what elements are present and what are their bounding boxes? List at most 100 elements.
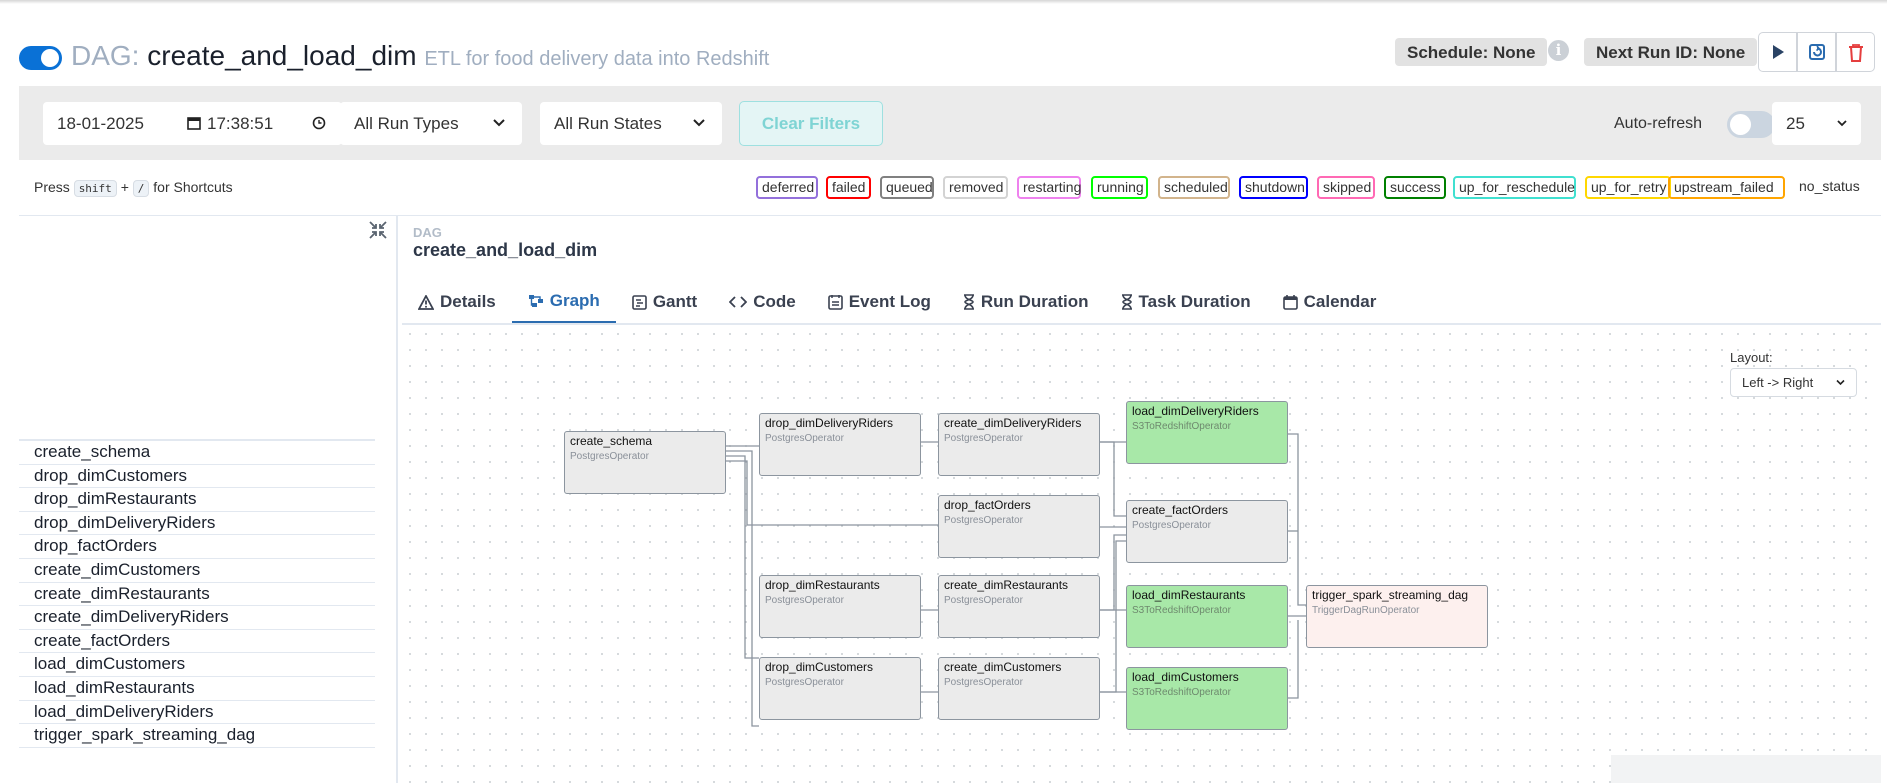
node-task-id: create_schema: [570, 434, 653, 448]
tab-label: Event Log: [848, 292, 931, 311]
graph-node-create-dimcustomers[interactable]: create_dimCustomers PostgresOperator: [938, 657, 1100, 720]
task-row[interactable]: drop_dimDeliveryRiders: [19, 512, 375, 536]
legend-running[interactable]: running: [1091, 176, 1148, 199]
tab-gantt[interactable]: Gantt: [616, 280, 713, 324]
delete-dag-button[interactable]: [1836, 32, 1875, 72]
node-task-id: drop_dimRestaurants: [765, 578, 880, 592]
breadcrumb-label: DAG: [413, 225, 442, 240]
task-row[interactable]: create_dimDeliveryRiders: [19, 606, 375, 630]
execution-date-input[interactable]: 18-01-2025 17:38:51: [43, 102, 342, 145]
tab-label: Calendar: [1303, 292, 1377, 311]
legend-no-status: no_status: [1799, 178, 1860, 194]
graph-node-load-dimdeliveryriders[interactable]: load_dimDeliveryRiders S3ToRedshiftOperat…: [1126, 401, 1288, 464]
graph-node-create-dimdeliveryriders[interactable]: create_dimDeliveryRiders PostgresOperator: [938, 413, 1100, 476]
reparse-dag-button[interactable]: [1797, 32, 1836, 72]
minimap[interactable]: [1611, 755, 1881, 783]
graph-node-load-dimrestaurants[interactable]: load_dimRestaurants S3ToRedshiftOperator: [1126, 585, 1288, 648]
node-operator: PostgresOperator: [570, 451, 649, 462]
trigger-dag-button[interactable]: [1758, 32, 1797, 72]
tab-details[interactable]: Details: [402, 280, 512, 324]
task-row[interactable]: load_dimCustomers: [19, 653, 375, 677]
layout-value: Left -> Right: [1742, 375, 1814, 390]
calendar-icon: [1282, 295, 1298, 310]
node-operator: TriggerDagRunOperator: [1312, 605, 1420, 616]
graph-canvas[interactable]: create_schema PostgresOperator drop_dimDel…: [402, 326, 1881, 783]
legend-scheduled[interactable]: scheduled: [1158, 176, 1230, 199]
page-size-select[interactable]: 25: [1772, 102, 1861, 145]
node-operator: PostgresOperator: [944, 515, 1023, 526]
node-operator: PostgresOperator: [944, 433, 1023, 444]
tab-code[interactable]: Code: [713, 280, 812, 324]
node-task-id: drop_dimCustomers: [765, 660, 874, 674]
task-row[interactable]: drop_dimCustomers: [19, 465, 375, 489]
graph-node-drop-factorders[interactable]: drop_factOrders PostgresOperator: [938, 495, 1100, 558]
legend-deferred[interactable]: deferred: [756, 176, 818, 199]
tab-task-duration[interactable]: Task Duration: [1105, 280, 1267, 324]
filter-bar: 18-01-2025 17:38:51 All Run Types All Ru…: [19, 86, 1881, 160]
task-row[interactable]: trigger_spark_streaming_dag: [19, 724, 375, 748]
chevron-down-icon: [493, 119, 505, 127]
graph-node-drop-dimrestaurants[interactable]: drop_dimRestaurants PostgresOperator: [759, 575, 921, 638]
node-operator: PostgresOperator: [765, 677, 844, 688]
task-row[interactable]: drop_factOrders: [19, 535, 375, 559]
task-row[interactable]: load_dimDeliveryRiders: [19, 701, 375, 725]
legend-up-for-reschedule[interactable]: up_for_reschedule: [1453, 176, 1576, 199]
task-row[interactable]: drop_dimRestaurants: [19, 488, 375, 512]
chevron-down-icon: [1836, 379, 1845, 386]
shortcuts-plus: +: [120, 179, 129, 195]
tab-run-duration[interactable]: Run Duration: [947, 280, 1105, 324]
node-task-id: create_dimRestaurants: [944, 578, 1069, 592]
collapse-icon[interactable]: [369, 221, 387, 239]
graph-node-create-dimrestaurants[interactable]: create_dimRestaurants PostgresOperator: [938, 575, 1100, 638]
legend-up-for-retry[interactable]: up_for_retry: [1585, 176, 1671, 199]
code-icon: [729, 296, 748, 308]
node-task-id: load_dimRestaurants: [1132, 588, 1246, 602]
chevron-down-icon: [693, 119, 705, 127]
tab-event-log[interactable]: Event Log: [812, 280, 947, 324]
task-row[interactable]: create_dimRestaurants: [19, 583, 375, 607]
breadcrumb-dag-name[interactable]: create_and_load_dim: [413, 240, 597, 261]
task-row[interactable]: create_dimCustomers: [19, 559, 375, 583]
dag-pause-toggle[interactable]: [19, 46, 62, 70]
node-task-id: create_dimDeliveryRiders: [944, 416, 1082, 430]
run-types-select[interactable]: All Run Types: [340, 102, 522, 145]
node-task-id: create_factOrders: [1132, 503, 1229, 517]
graph-node-create-factorders[interactable]: create_factOrders PostgresOperator: [1126, 500, 1288, 563]
clear-filters-button[interactable]: Clear Filters: [739, 101, 883, 146]
graph-node-drop-dimcustomers[interactable]: drop_dimCustomers PostgresOperator: [759, 657, 921, 720]
schedule-badge: Schedule: None: [1395, 38, 1548, 66]
graph-node-trigger-spark-streaming-dag[interactable]: trigger_spark_streaming_dag TriggerDagRun…: [1306, 585, 1488, 648]
graph-node-load-dimcustomers[interactable]: load_dimCustomers S3ToRedshiftOperator: [1126, 667, 1288, 730]
task-row[interactable]: create_schema: [19, 441, 375, 465]
page-title: DAG: create_and_load_dim ETL for food de…: [71, 40, 769, 72]
legend-skipped[interactable]: skipped: [1317, 176, 1375, 199]
dag-tabs: Details Graph Gantt Code Event Log Run D…: [402, 280, 1392, 324]
auto-refresh-switch[interactable]: [1727, 111, 1775, 138]
graph-node-create-schema[interactable]: create_schema PostgresOperator: [564, 431, 726, 494]
legend-queued[interactable]: queued: [880, 176, 934, 199]
legend-failed[interactable]: failed: [826, 176, 871, 199]
graph-edge: [1100, 441, 1126, 517]
graph-node-drop-dimdeliveryriders[interactable]: drop_dimDeliveryRiders PostgresOperator: [759, 413, 921, 476]
reparse-icon: [1808, 44, 1825, 60]
node-task-id: drop_factOrders: [944, 498, 1031, 512]
node-operator: S3ToRedshiftOperator: [1132, 605, 1231, 616]
panel-resizer[interactable]: [396, 215, 398, 783]
legend-success[interactable]: success: [1384, 176, 1446, 199]
tab-calendar[interactable]: Calendar: [1267, 280, 1393, 324]
node-task-id: load_dimCustomers: [1132, 670, 1239, 684]
date-value: 18-01-2025: [57, 114, 144, 133]
page-size-value: 25: [1786, 114, 1805, 133]
layout-select[interactable]: Left -> Right: [1730, 368, 1857, 397]
divider: [19, 215, 1881, 216]
legend-removed[interactable]: removed: [943, 176, 1008, 199]
legend-restarting[interactable]: restarting: [1017, 176, 1081, 199]
legend-shutdown[interactable]: shutdown: [1239, 176, 1308, 199]
legend-upstream-failed[interactable]: upstream_failed: [1668, 176, 1785, 199]
run-states-select[interactable]: All Run States: [540, 102, 722, 145]
info-icon[interactable]: i: [1548, 40, 1569, 61]
task-row[interactable]: load_dimRestaurants: [19, 677, 375, 701]
tab-label: Run Duration: [980, 292, 1089, 311]
tab-graph[interactable]: Graph: [511, 280, 616, 324]
task-row[interactable]: create_factOrders: [19, 630, 375, 654]
